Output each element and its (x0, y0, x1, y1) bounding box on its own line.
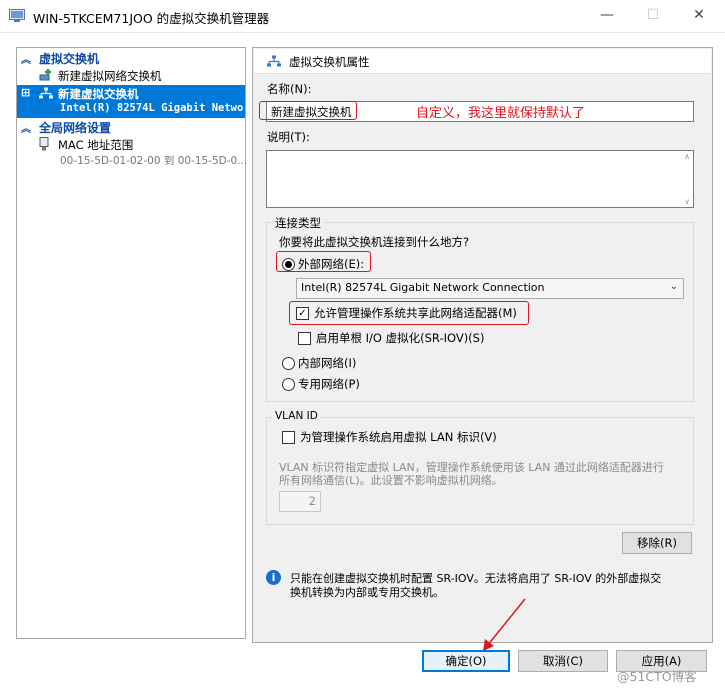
title-bar: WIN-5TKCEM71JOO 的虚拟交换机管理器 — ☐ ✕ (0, 0, 725, 33)
connection-type-title: 连接类型 (272, 215, 324, 231)
properties-header: 虚拟交换机属性 (254, 49, 711, 74)
annotation-highlight-box (259, 101, 357, 120)
switch-manager-icon (9, 9, 25, 22)
annotation-highlight-box (289, 301, 529, 325)
sriov-label[interactable]: 启用单根 I/O 虚拟化(SR-IOV)(S) (316, 330, 484, 346)
new-switch-icon (39, 69, 51, 81)
tree-item-selected-switch[interactable]: ⊞ 新建虚拟交换机 Intel(R) 82574L Gigabit Netwo.… (17, 85, 262, 118)
vlan-id-input[interactable]: 2 (279, 491, 321, 512)
tree-item-new-network-switch[interactable]: 新建虚拟网络交换机 (17, 67, 245, 84)
mac-address-icon (39, 137, 49, 151)
adapter-select[interactable]: Intel(R) 82574L Gigabit Network Connecti… (296, 278, 684, 299)
notes-label: 说明(T): (267, 130, 310, 144)
scroll-up-icon[interactable]: ∧ (684, 152, 690, 161)
chevron-up-icon[interactable]: ︽ (21, 51, 31, 66)
properties-title: 虚拟交换机属性 (289, 55, 370, 69)
vlan-checkbox[interactable] (282, 431, 295, 444)
window-title: WIN-5TKCEM71JOO 的虚拟交换机管理器 (33, 11, 270, 26)
info-icon: i (266, 570, 281, 585)
tree-section-global-network[interactable]: ︽ 全局网络设置 (17, 119, 245, 136)
selected-switch-adapter: Intel(R) 82574L Gigabit Netwo... (60, 102, 263, 114)
remove-button[interactable]: 移除(R) (622, 532, 692, 554)
network-switch-icon (267, 55, 281, 67)
sriov-checkbox[interactable] (298, 332, 311, 345)
vlan-description-line2: 所有网络通信(L)。此设置不影响虚拟机网络。 (279, 474, 503, 487)
maximize-button[interactable]: ☐ (630, 0, 676, 32)
private-network-radio[interactable] (282, 378, 295, 391)
scroll-down-icon[interactable]: ∨ (684, 197, 690, 206)
navigation-tree[interactable]: ︽ 虚拟交换机 新建虚拟网络交换机 ⊞ 新建虚拟交换机 Intel(R) 825… (16, 47, 262, 639)
network-switch-icon (39, 87, 53, 99)
private-network-label[interactable]: 专用网络(P) (298, 376, 360, 392)
name-label: 名称(N): (267, 82, 312, 96)
annotation-arrow (483, 598, 526, 651)
close-button[interactable]: ✕ (676, 0, 722, 32)
internal-network-radio[interactable] (282, 357, 295, 370)
tree-section-virtual-switches[interactable]: ︽ 虚拟交换机 (17, 50, 245, 67)
watermark: @51CTO博客 (617, 669, 697, 684)
annotation-highlight-box (276, 251, 371, 272)
chevron-up-icon[interactable]: ︽ (21, 120, 31, 135)
expand-icon[interactable]: ⊞ (21, 86, 30, 99)
chevron-down-icon[interactable]: ⌄ (670, 281, 678, 292)
internal-network-label[interactable]: 内部网络(I) (298, 355, 356, 371)
minimize-button[interactable]: — (584, 0, 630, 32)
tree-item-mac-range[interactable]: MAC 地址范围 00-15-5D-01-02-00 到 00-15-5D-0.… (17, 136, 248, 167)
info-text-line2: 换机转换为内部或专用交换机。 (290, 586, 444, 599)
connection-question: 你要将此虚拟交换机连接到什么地方? (279, 235, 470, 249)
mac-range-value: 00-15-5D-01-02-00 到 00-15-5D-0... (60, 155, 248, 167)
vlan-checkbox-label[interactable]: 为管理操作系统启用虚拟 LAN 标识(V) (300, 429, 497, 445)
selected-switch-name: 新建虚拟交换机 (58, 87, 139, 101)
notes-textarea[interactable]: ∧ ∨ (266, 150, 694, 208)
annotation-text: 自定义，我这里就保持默认了 (416, 106, 586, 121)
vlan-group-title: VLAN ID (272, 410, 321, 422)
properties-pane: 虚拟交换机属性 名称(N): 新建虚拟交换机 自定义，我这里就保持默认了 说明(… (252, 47, 713, 643)
